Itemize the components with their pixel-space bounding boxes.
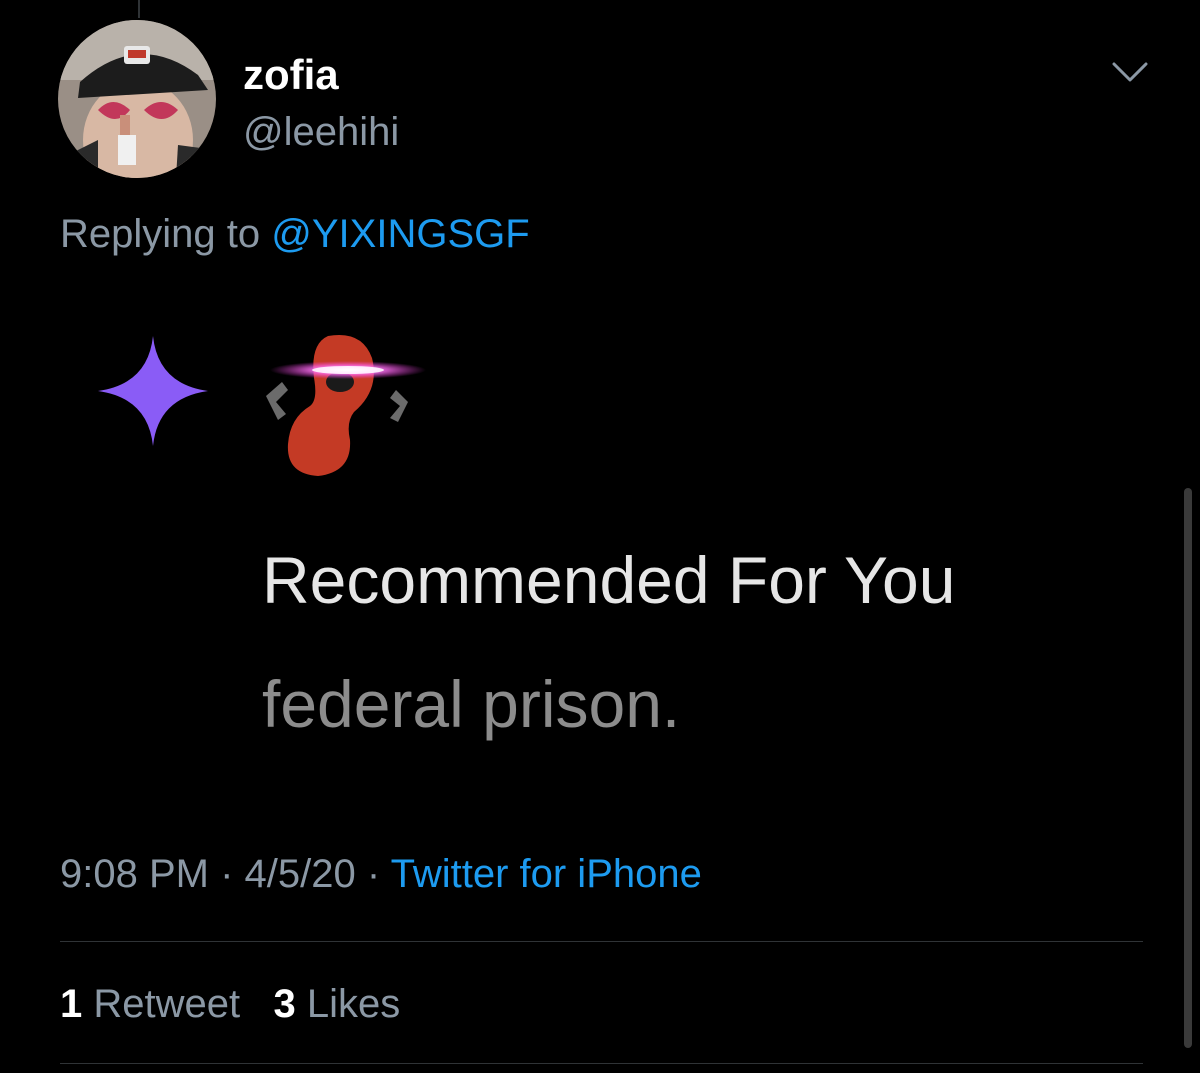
image-title-text: Recommended For You bbox=[262, 543, 956, 617]
tweet-time: 9:08 PM bbox=[60, 852, 209, 896]
engagement-stats: 1 Retweet 3 Likes bbox=[60, 978, 400, 1030]
bean-character-icon bbox=[258, 322, 428, 492]
divider bbox=[60, 1063, 1143, 1064]
retweet-count: 1 bbox=[60, 982, 83, 1026]
scrollbar[interactable] bbox=[1184, 488, 1192, 1048]
replying-to-handle-link[interactable]: @YIXINGSGF bbox=[271, 212, 529, 256]
chevron-down-icon[interactable] bbox=[1110, 58, 1150, 88]
sparkle-icon bbox=[94, 332, 212, 450]
replying-to-label: Replying to bbox=[60, 212, 261, 256]
meta-separator: · bbox=[220, 852, 234, 896]
likes-stat[interactable]: 3 Likes bbox=[273, 982, 400, 1026]
replying-to-line: Replying to @YIXINGSGF bbox=[60, 208, 530, 260]
meta-separator: · bbox=[366, 852, 381, 896]
display-name[interactable]: zofia bbox=[243, 50, 339, 100]
likes-count: 3 bbox=[273, 982, 296, 1026]
image-subtitle-text: federal prison. bbox=[262, 667, 681, 741]
tweet-source-link[interactable]: Twitter for iPhone bbox=[391, 852, 702, 896]
avatar-photo bbox=[58, 20, 216, 178]
tweet-date: 4/5/20 bbox=[244, 852, 356, 896]
retweets-stat[interactable]: 1 Retweet bbox=[60, 982, 240, 1026]
user-handle[interactable]: @leehihi bbox=[243, 108, 399, 156]
avatar[interactable] bbox=[58, 20, 216, 178]
retweet-label: Retweet bbox=[93, 982, 241, 1026]
thread-connector-line bbox=[138, 0, 140, 18]
divider bbox=[60, 941, 1143, 942]
tweet-metadata: 9:08 PM · 4/5/20 · Twitter for iPhone bbox=[60, 848, 702, 900]
likes-label: Likes bbox=[306, 982, 401, 1026]
